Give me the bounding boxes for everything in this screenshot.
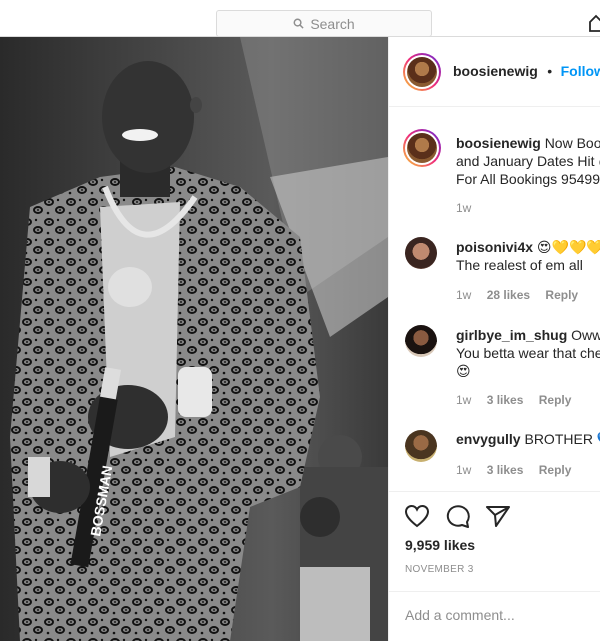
add-comment-input[interactable] (405, 604, 595, 626)
post-actions: 9,959 likes NOVEMBER 3 (389, 491, 600, 591)
comment-time[interactable]: 1w (456, 463, 471, 477)
search-placeholder: Search (310, 15, 355, 32)
post-date[interactable]: NOVEMBER 3 (405, 564, 474, 575)
post-photo: BOSSMAN (0, 37, 388, 641)
comment-likes[interactable]: 3 likes (487, 393, 524, 407)
comment-time[interactable]: 1w (456, 288, 471, 302)
caption-line-1: Now Book (544, 135, 600, 151)
heart-icon[interactable] (404, 504, 430, 528)
commenter-avatar[interactable] (405, 430, 437, 462)
comment-emoji: 😍 (456, 363, 471, 379)
comment-likes[interactable]: 28 likes (487, 288, 530, 302)
top-navigation-bar: Search (0, 0, 600, 37)
caption-username[interactable]: boosienewig (456, 135, 541, 151)
add-comment-bar (389, 591, 600, 641)
caption-time[interactable]: 1w (456, 201, 471, 215)
comment-text: You betta wear that che (456, 345, 600, 361)
author-avatar[interactable] (403, 53, 441, 91)
comment-item: poisonivi4x 😍💛💛💛 The realest of em all (456, 238, 600, 274)
comment-emoji: 😍💛💛💛 (536, 239, 600, 255)
post-header: boosienewig • Follow (389, 37, 600, 107)
comment-meta: 1w 3 likes Reply (456, 463, 583, 477)
caption-meta: 1w (456, 201, 483, 215)
comment-username[interactable]: envygully (456, 431, 521, 447)
commenter-avatar[interactable] (405, 325, 437, 357)
comment-text: BROTHER (524, 431, 593, 447)
share-icon[interactable] (485, 504, 511, 528)
comment-icon[interactable] (445, 504, 471, 528)
comment-username[interactable]: poisonivi4x (456, 239, 533, 255)
follow-separator: • (547, 63, 553, 79)
comment-reply-button[interactable]: Reply (545, 288, 578, 302)
comment-text: The realest of em all (456, 257, 583, 273)
post-side-panel: boosienewig • Follow boosienewig Now Boo… (388, 37, 600, 641)
caption-line-3: For All Bookings 954998 (456, 171, 600, 187)
comment-reply-button[interactable]: Reply (539, 463, 572, 477)
caption-line-2: and January Dates Hit @ (456, 153, 600, 169)
caption-avatar[interactable] (403, 129, 441, 167)
home-icon[interactable] (588, 14, 600, 32)
search-icon (293, 18, 304, 29)
comment-reply-button[interactable]: Reply (539, 393, 572, 407)
comment-likes[interactable]: 3 likes (487, 463, 524, 477)
likes-count[interactable]: 9,959 likes (405, 537, 475, 553)
caption: boosienewig Now Book and January Dates H… (456, 134, 600, 188)
commenter-avatar[interactable] (405, 237, 437, 269)
comment-item: envygully BROTHER 💙 (456, 430, 600, 448)
comment-text-start: Owwww (571, 327, 600, 343)
comment-meta: 1w 3 likes Reply (456, 393, 583, 407)
follow-button[interactable]: Follow (561, 63, 600, 79)
comment-meta: 1w 28 likes Reply (456, 288, 590, 302)
comment-item: girlbye_im_shug Owwww You betta wear tha… (456, 326, 600, 380)
search-input[interactable]: Search (216, 10, 432, 37)
comment-username[interactable]: girlbye_im_shug (456, 327, 567, 343)
comment-time[interactable]: 1w (456, 393, 471, 407)
comments-list: boosienewig Now Book and January Dates H… (389, 108, 600, 528)
author-username[interactable]: boosienewig (453, 63, 538, 79)
